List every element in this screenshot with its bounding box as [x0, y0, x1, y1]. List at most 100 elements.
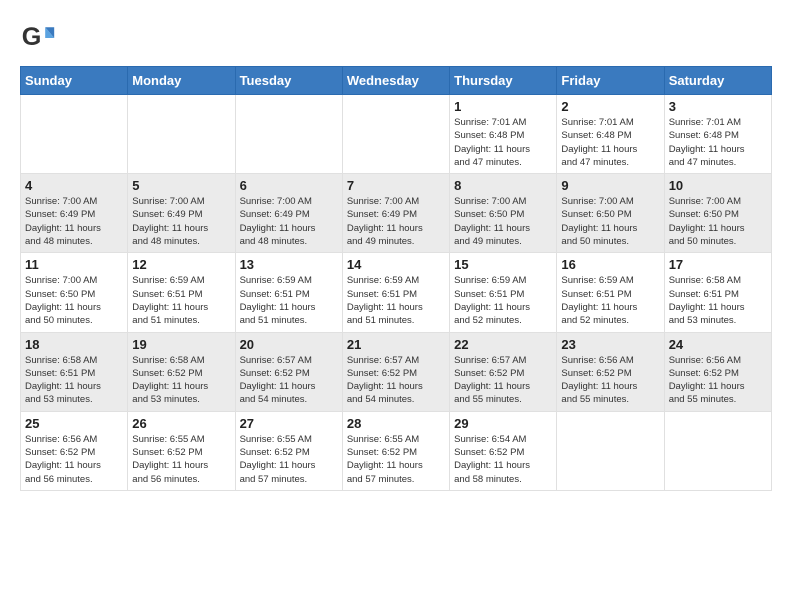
- calendar-cell: 28 Sunrise: 6:55 AM Sunset: 6:52 PM Dayli…: [342, 411, 449, 490]
- day-info: Sunrise: 7:00 AM Sunset: 6:50 PM Dayligh…: [454, 195, 552, 248]
- day-info: Sunrise: 6:56 AM Sunset: 6:52 PM Dayligh…: [25, 433, 123, 486]
- calendar-cell: 8 Sunrise: 7:00 AM Sunset: 6:50 PM Daylig…: [450, 174, 557, 253]
- day-info: Sunrise: 6:59 AM Sunset: 6:51 PM Dayligh…: [347, 274, 445, 327]
- calendar-cell: 27 Sunrise: 6:55 AM Sunset: 6:52 PM Dayli…: [235, 411, 342, 490]
- calendar-cell: 19 Sunrise: 6:58 AM Sunset: 6:52 PM Dayli…: [128, 332, 235, 411]
- day-number: 19: [132, 337, 230, 352]
- day-number: 11: [25, 257, 123, 272]
- day-number: 2: [561, 99, 659, 114]
- day-number: 10: [669, 178, 767, 193]
- calendar-cell: 23 Sunrise: 6:56 AM Sunset: 6:52 PM Dayli…: [557, 332, 664, 411]
- day-number: 8: [454, 178, 552, 193]
- calendar-week-row: 11 Sunrise: 7:00 AM Sunset: 6:50 PM Dayli…: [21, 253, 772, 332]
- calendar-cell: 26 Sunrise: 6:55 AM Sunset: 6:52 PM Dayli…: [128, 411, 235, 490]
- day-info: Sunrise: 6:58 AM Sunset: 6:52 PM Dayligh…: [132, 354, 230, 407]
- weekday-header-tuesday: Tuesday: [235, 67, 342, 95]
- day-info: Sunrise: 6:57 AM Sunset: 6:52 PM Dayligh…: [240, 354, 338, 407]
- calendar-header: SundayMondayTuesdayWednesdayThursdayFrid…: [21, 67, 772, 95]
- calendar-cell: 4 Sunrise: 7:00 AM Sunset: 6:49 PM Daylig…: [21, 174, 128, 253]
- logo-icon: G: [20, 20, 56, 56]
- day-number: 4: [25, 178, 123, 193]
- calendar-cell: 2 Sunrise: 7:01 AM Sunset: 6:48 PM Daylig…: [557, 95, 664, 174]
- calendar-cell: 5 Sunrise: 7:00 AM Sunset: 6:49 PM Daylig…: [128, 174, 235, 253]
- day-info: Sunrise: 6:55 AM Sunset: 6:52 PM Dayligh…: [240, 433, 338, 486]
- calendar-cell: [342, 95, 449, 174]
- calendar-cell: [128, 95, 235, 174]
- day-info: Sunrise: 7:00 AM Sunset: 6:49 PM Dayligh…: [132, 195, 230, 248]
- calendar-table: SundayMondayTuesdayWednesdayThursdayFrid…: [20, 66, 772, 491]
- day-info: Sunrise: 7:00 AM Sunset: 6:49 PM Dayligh…: [25, 195, 123, 248]
- day-number: 20: [240, 337, 338, 352]
- day-info: Sunrise: 6:58 AM Sunset: 6:51 PM Dayligh…: [669, 274, 767, 327]
- calendar-cell: 20 Sunrise: 6:57 AM Sunset: 6:52 PM Dayli…: [235, 332, 342, 411]
- day-number: 6: [240, 178, 338, 193]
- svg-text:G: G: [22, 23, 42, 51]
- day-info: Sunrise: 6:55 AM Sunset: 6:52 PM Dayligh…: [132, 433, 230, 486]
- calendar-week-row: 25 Sunrise: 6:56 AM Sunset: 6:52 PM Dayli…: [21, 411, 772, 490]
- day-info: Sunrise: 6:57 AM Sunset: 6:52 PM Dayligh…: [347, 354, 445, 407]
- day-number: 27: [240, 416, 338, 431]
- logo: G: [20, 20, 60, 56]
- weekday-header-row: SundayMondayTuesdayWednesdayThursdayFrid…: [21, 67, 772, 95]
- calendar-cell: 6 Sunrise: 7:00 AM Sunset: 6:49 PM Daylig…: [235, 174, 342, 253]
- calendar-cell: [664, 411, 771, 490]
- weekday-header-saturday: Saturday: [664, 67, 771, 95]
- day-number: 3: [669, 99, 767, 114]
- calendar-cell: [21, 95, 128, 174]
- day-number: 29: [454, 416, 552, 431]
- calendar-cell: 16 Sunrise: 6:59 AM Sunset: 6:51 PM Dayli…: [557, 253, 664, 332]
- day-info: Sunrise: 7:01 AM Sunset: 6:48 PM Dayligh…: [669, 116, 767, 169]
- day-info: Sunrise: 7:00 AM Sunset: 6:49 PM Dayligh…: [240, 195, 338, 248]
- day-info: Sunrise: 6:56 AM Sunset: 6:52 PM Dayligh…: [561, 354, 659, 407]
- day-info: Sunrise: 7:01 AM Sunset: 6:48 PM Dayligh…: [454, 116, 552, 169]
- day-number: 23: [561, 337, 659, 352]
- day-info: Sunrise: 6:54 AM Sunset: 6:52 PM Dayligh…: [454, 433, 552, 486]
- day-info: Sunrise: 6:57 AM Sunset: 6:52 PM Dayligh…: [454, 354, 552, 407]
- calendar-cell: 17Sunrise: 6:58 AM Sunset: 6:51 PM Dayli…: [664, 253, 771, 332]
- day-number: 9: [561, 178, 659, 193]
- calendar-cell: 18Sunrise: 6:58 AM Sunset: 6:51 PM Dayli…: [21, 332, 128, 411]
- day-number: 13: [240, 257, 338, 272]
- weekday-header-thursday: Thursday: [450, 67, 557, 95]
- calendar-cell: 25 Sunrise: 6:56 AM Sunset: 6:52 PM Dayli…: [21, 411, 128, 490]
- day-info: Sunrise: 7:00 AM Sunset: 6:50 PM Dayligh…: [25, 274, 123, 327]
- day-info: Sunrise: 6:59 AM Sunset: 6:51 PM Dayligh…: [240, 274, 338, 327]
- day-number: 28: [347, 416, 445, 431]
- weekday-header-sunday: Sunday: [21, 67, 128, 95]
- calendar-cell: 3 Sunrise: 7:01 AM Sunset: 6:48 PM Daylig…: [664, 95, 771, 174]
- weekday-header-wednesday: Wednesday: [342, 67, 449, 95]
- calendar-cell: 13 Sunrise: 6:59 AM Sunset: 6:51 PM Dayli…: [235, 253, 342, 332]
- calendar-cell: 11 Sunrise: 7:00 AM Sunset: 6:50 PM Dayli…: [21, 253, 128, 332]
- day-info: Sunrise: 6:59 AM Sunset: 6:51 PM Dayligh…: [561, 274, 659, 327]
- calendar-cell: 24 Sunrise: 6:56 AM Sunset: 6:52 PM Dayli…: [664, 332, 771, 411]
- day-number: 18: [25, 337, 123, 352]
- day-info: Sunrise: 7:00 AM Sunset: 6:49 PM Dayligh…: [347, 195, 445, 248]
- day-info: Sunrise: 6:59 AM Sunset: 6:51 PM Dayligh…: [132, 274, 230, 327]
- day-info: Sunrise: 6:59 AM Sunset: 6:51 PM Dayligh…: [454, 274, 552, 327]
- weekday-header-monday: Monday: [128, 67, 235, 95]
- day-info: Sunrise: 7:01 AM Sunset: 6:48 PM Dayligh…: [561, 116, 659, 169]
- day-info: Sunrise: 6:55 AM Sunset: 6:52 PM Dayligh…: [347, 433, 445, 486]
- calendar-cell: 9 Sunrise: 7:00 AM Sunset: 6:50 PM Daylig…: [557, 174, 664, 253]
- calendar-cell: 7Sunrise: 7:00 AM Sunset: 6:49 PM Daylig…: [342, 174, 449, 253]
- calendar-week-row: 1 Sunrise: 7:01 AM Sunset: 6:48 PM Daylig…: [21, 95, 772, 174]
- day-info: Sunrise: 6:56 AM Sunset: 6:52 PM Dayligh…: [669, 354, 767, 407]
- calendar-cell: 29 Sunrise: 6:54 AM Sunset: 6:52 PM Dayli…: [450, 411, 557, 490]
- day-number: 25: [25, 416, 123, 431]
- day-info: Sunrise: 7:00 AM Sunset: 6:50 PM Dayligh…: [561, 195, 659, 248]
- calendar-week-row: 4 Sunrise: 7:00 AM Sunset: 6:49 PM Daylig…: [21, 174, 772, 253]
- calendar-cell: 10 Sunrise: 7:00 AM Sunset: 6:50 PM Dayli…: [664, 174, 771, 253]
- day-number: 22: [454, 337, 552, 352]
- day-number: 14: [347, 257, 445, 272]
- day-number: 26: [132, 416, 230, 431]
- day-number: 1: [454, 99, 552, 114]
- day-info: Sunrise: 7:00 AM Sunset: 6:50 PM Dayligh…: [669, 195, 767, 248]
- calendar-cell: 22 Sunrise: 6:57 AM Sunset: 6:52 PM Dayli…: [450, 332, 557, 411]
- day-number: 16: [561, 257, 659, 272]
- calendar-cell: [557, 411, 664, 490]
- day-number: 5: [132, 178, 230, 193]
- calendar-cell: 15Sunrise: 6:59 AM Sunset: 6:51 PM Dayli…: [450, 253, 557, 332]
- day-number: 24: [669, 337, 767, 352]
- weekday-header-friday: Friday: [557, 67, 664, 95]
- calendar-cell: 1 Sunrise: 7:01 AM Sunset: 6:48 PM Daylig…: [450, 95, 557, 174]
